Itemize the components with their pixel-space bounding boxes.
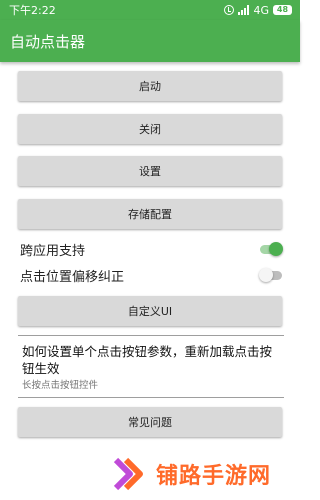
divider [18, 335, 284, 336]
network-type: 4G [253, 3, 269, 17]
app-title: 自动点击器 [10, 32, 86, 51]
offset-correction-switch[interactable] [259, 268, 282, 282]
help-subtitle: 长按点击按钮控件 [22, 380, 99, 391]
offset-correction-row[interactable]: 点击位置偏移纠正 [20, 264, 282, 286]
signal-icon [238, 5, 250, 15]
app-bar: 自动点击器 [0, 20, 300, 62]
switch-thumb [259, 268, 273, 282]
faq-button[interactable]: 常见问题 [18, 407, 282, 437]
settings-button[interactable]: 设置 [18, 156, 282, 186]
custom-ui-button[interactable]: 自定义UI [18, 296, 282, 326]
offset-correction-label: 点击位置偏移纠正 [20, 269, 125, 285]
alarm-icon [224, 5, 235, 15]
help-title: 如何设置单个点击按钮参数，重新加载点击按钮生效 [22, 344, 273, 376]
switch-thumb [269, 242, 283, 256]
cross-app-support-row[interactable]: 跨应用支持 [20, 238, 283, 260]
status-icons: 4G 48 [224, 4, 292, 17]
save-config-button[interactable]: 存储配置 [18, 199, 282, 229]
start-button[interactable]: 启动 [18, 71, 282, 101]
cross-app-support-switch[interactable] [260, 242, 283, 256]
close-button[interactable]: 关闭 [18, 114, 282, 144]
battery-icon: 48 [273, 5, 292, 15]
watermark: 铺路手游网 [108, 448, 300, 500]
status-bar: 下午2:22 4G 48 [0, 0, 300, 20]
status-time: 下午2:22 [9, 4, 56, 17]
watermark-logo-icon [113, 457, 143, 491]
watermark-text: 铺路手游网 [156, 464, 272, 489]
divider [18, 397, 284, 398]
cross-app-support-label: 跨应用支持 [20, 243, 86, 259]
